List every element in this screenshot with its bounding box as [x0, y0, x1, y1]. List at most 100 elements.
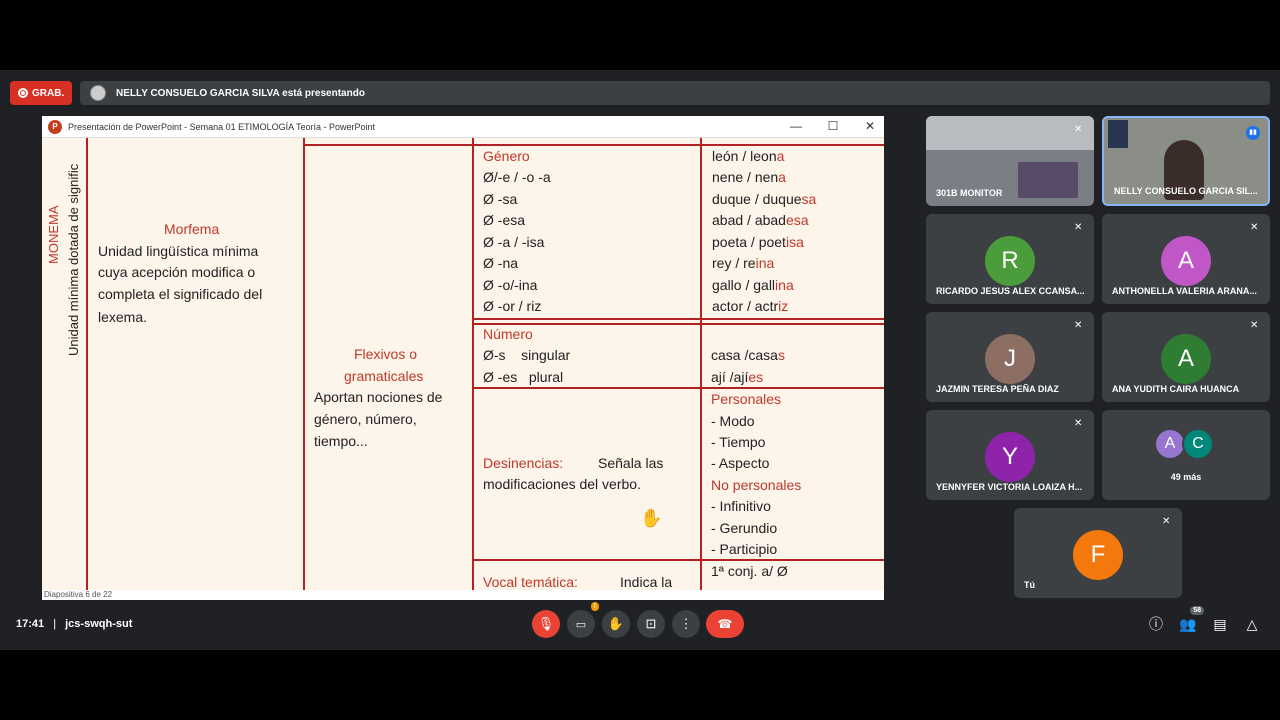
- more-options-button[interactable]: ⋮: [672, 610, 700, 638]
- camera-off-icon: ▭: [575, 618, 587, 631]
- minimize-icon[interactable]: —: [786, 119, 806, 133]
- genero-item: Ø -a / -isa: [483, 234, 545, 250]
- morfema-desc-line: lexema.: [98, 309, 148, 325]
- camera-toggle-button[interactable]: ▭ !: [567, 602, 599, 638]
- meeting-details-button[interactable]: ⓘ: [1146, 614, 1166, 634]
- warning-badge: !: [590, 602, 599, 611]
- no-personales-item: - Gerundio: [711, 520, 778, 536]
- no-personales-item: - Infinitivo: [711, 498, 771, 514]
- mic-toggle-button[interactable]: 🎙: [532, 610, 560, 638]
- participant-tile[interactable]: A ✕ ANTHONELLA VALERIA ARANA...: [1102, 214, 1270, 304]
- mic-off-icon: ✕: [1250, 320, 1259, 331]
- mic-off-icon: ✕: [1074, 124, 1083, 135]
- genero-example: rey / reina: [712, 255, 775, 271]
- hand-cursor-icon: ✋: [640, 508, 663, 528]
- participant-tile[interactable]: A ✕ ANA YUDITH CAIRA HUANCA: [1102, 312, 1270, 402]
- hand-icon: ✋: [607, 616, 625, 631]
- chat-button[interactable]: ▤: [1210, 614, 1230, 634]
- genero-item: Ø -esa: [483, 212, 526, 228]
- info-icon: ⓘ: [1149, 616, 1163, 632]
- participant-avatar: C: [1182, 428, 1214, 460]
- participant-avatar: R: [985, 236, 1035, 286]
- table-border: [86, 138, 88, 590]
- genero-item: Ø -sa: [483, 191, 518, 207]
- participant-tile[interactable]: J ✕ JAZMIN TERESA PEÑA DIAZ: [926, 312, 1094, 402]
- people-button[interactable]: 👥 58: [1178, 606, 1204, 634]
- genero-example: poeta / poetisa: [712, 234, 804, 250]
- presenter-bar: NELLY CONSUELO GARCIA SILVA está present…: [80, 81, 1270, 105]
- speaking-icon: ▮▮: [1246, 126, 1260, 140]
- mic-off-icon: ✕: [1074, 320, 1083, 331]
- numero-example: casa /casas: [711, 347, 785, 363]
- personales-item: - Modo: [711, 413, 755, 429]
- participant-tile[interactable]: Y ✕ YENNYFER VICTORIA LOAIZA H...: [926, 410, 1094, 500]
- table-border: [472, 323, 884, 325]
- maximize-icon[interactable]: ☐: [823, 119, 843, 133]
- morfema-desc-line: completa el significado del: [98, 286, 263, 302]
- recording-label: GRAB.: [32, 87, 65, 99]
- present-screen-button[interactable]: ⊡: [637, 610, 665, 638]
- participant-name: ANA YUDITH CAIRA HUANCA: [1112, 384, 1240, 394]
- personales-title: Personales: [711, 391, 782, 407]
- morfema-desc-line: Unidad lingüística mínima: [98, 243, 259, 259]
- mic-off-icon: ✕: [1250, 222, 1259, 233]
- self-tile[interactable]: F ✕ Tú: [1014, 508, 1182, 598]
- raise-hand-button[interactable]: ✋: [602, 610, 630, 638]
- numero-item: Ø -es plural: [483, 369, 564, 385]
- genero-item: Ø -or / riz: [483, 298, 542, 314]
- genero-example: gallo / gallina: [712, 277, 794, 293]
- powerpoint-icon: P: [48, 119, 62, 134]
- mic-off-icon: ✕: [1162, 516, 1171, 527]
- desinencias-desc: Señala las: [598, 455, 664, 471]
- participant-name: RICARDO JESUS ALEX CCANSA...: [936, 286, 1085, 296]
- flexivos-desc-line: tiempo...: [314, 433, 368, 449]
- more-participants-tile[interactable]: A C 49 más: [1102, 410, 1270, 500]
- ppt-statusbar: Diapositiva 6 de 22: [42, 590, 884, 600]
- participant-name: JAZMIN TERESA PEÑA DIAZ: [936, 384, 1059, 394]
- recording-badge[interactable]: GRAB.: [10, 81, 73, 105]
- video-feed: [1018, 162, 1078, 198]
- activities-icon: △: [1246, 615, 1258, 632]
- activities-button[interactable]: △: [1242, 614, 1262, 634]
- desinencias-desc: modificaciones del verbo.: [483, 476, 641, 492]
- no-personales-item: - Participio: [711, 541, 778, 557]
- meet-app: GRAB. NELLY CONSUELO GARCIA SILVA está p…: [0, 70, 1280, 650]
- participant-avatar: A: [1161, 334, 1211, 384]
- ppt-titlebar: P Presentación de PowerPoint - Semana 01…: [42, 116, 884, 138]
- flexivos-title: gramaticales: [344, 368, 424, 384]
- vocal-example: 1ª conj. a/ Ø: [711, 563, 788, 579]
- separator: |: [53, 618, 57, 630]
- meeting-code: jcs-swqh-sut: [65, 618, 133, 630]
- flexivos-title: Flexivos o: [354, 346, 418, 362]
- presenter-avatar: [90, 85, 106, 101]
- mic-off-icon: 🎙: [537, 616, 555, 631]
- genero-example: abad / abadesa: [712, 212, 809, 228]
- genero-example: león / leona: [712, 148, 785, 164]
- desinencias-title: Desinencias:: [483, 455, 564, 471]
- video-feed: [1108, 120, 1128, 148]
- genero-item: Ø/-e / -o -a: [483, 169, 551, 185]
- present-icon: ⊡: [645, 616, 657, 631]
- vocal-desc: Indica la: [620, 574, 673, 590]
- participant-tile[interactable]: ✕ 301B MONITOR: [926, 116, 1094, 206]
- participant-tile-active-speaker[interactable]: ▮▮ NELLY CONSUELO GARCIA SIL...: [1102, 116, 1270, 206]
- shared-powerpoint-window: P Presentación de PowerPoint - Semana 01…: [42, 116, 884, 600]
- participant-name: 301B MONITOR: [936, 188, 1003, 198]
- participant-avatar: Y: [985, 432, 1035, 482]
- close-icon[interactable]: ✕: [860, 119, 880, 133]
- personales-item: - Aspecto: [711, 455, 770, 471]
- no-personales-title: No personales: [711, 477, 802, 493]
- leave-call-button[interactable]: ☎: [706, 610, 744, 638]
- participant-avatar: A: [1161, 236, 1211, 286]
- people-count-badge: 58: [1190, 606, 1204, 615]
- meeting-info: 17:41 | jcs-swqh-sut: [16, 618, 132, 630]
- table-border: [303, 138, 305, 590]
- more-avatars: A C: [1154, 428, 1214, 460]
- genero-example: actor / actriz: [712, 298, 789, 314]
- ppt-window-title: Presentación de PowerPoint - Semana 01 E…: [68, 121, 375, 132]
- participant-tile[interactable]: R ✕ RICARDO JESUS ALEX CCANSA...: [926, 214, 1094, 304]
- slide-content: MONEMA Unidad mínima dotada de signific …: [42, 138, 884, 590]
- table-border: [472, 138, 474, 590]
- clock: 17:41: [16, 618, 45, 630]
- personales-item: - Tiempo: [711, 434, 766, 450]
